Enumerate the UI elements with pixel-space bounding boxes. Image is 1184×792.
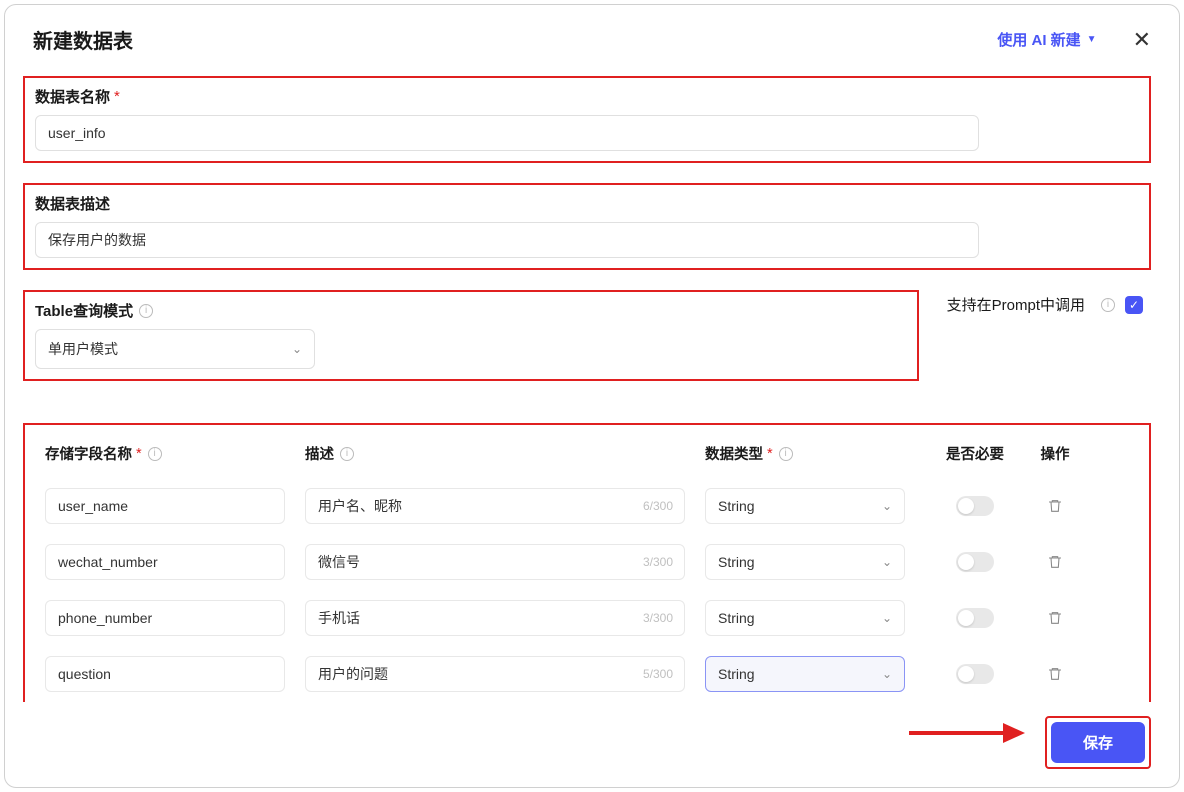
field-desc-input[interactable]	[305, 600, 685, 636]
required-switch[interactable]	[956, 664, 994, 684]
char-count: 5/300	[643, 667, 673, 681]
save-button-highlight: 保存	[1045, 716, 1151, 769]
fields-section: 存储字段名称* i 描述 i 数据类型* i 是否必要 操作 6/300 Stri…	[23, 423, 1151, 702]
modal-footer: 保存	[5, 702, 1179, 787]
col-header-name: 存储字段名称* i	[45, 443, 305, 464]
modal-content[interactable]: 数据表名称 * 数据表描述 Table查询模式 i 单用户模式 ⌄	[5, 68, 1179, 702]
chevron-down-icon: ⌄	[882, 555, 892, 569]
col-header-op: 操作	[1025, 443, 1085, 464]
query-mode-select[interactable]: 单用户模式 ⌄	[35, 329, 315, 369]
table-desc-label: 数据表描述	[35, 193, 1139, 214]
chevron-down-icon: ⌄	[882, 667, 892, 681]
query-mode-value: 单用户模式	[48, 339, 118, 359]
field-desc-input[interactable]	[305, 488, 685, 524]
field-row: 5/300 String⌄	[45, 656, 1129, 692]
field-desc-input[interactable]	[305, 544, 685, 580]
ai-create-label: 使用 AI 新建	[997, 29, 1080, 50]
info-icon[interactable]: i	[779, 447, 793, 461]
query-mode-row: Table查询模式 i 单用户模式 ⌄ 支持在Prompt中调用 i ✓	[23, 290, 1151, 401]
query-mode-section: Table查询模式 i 单用户模式 ⌄	[23, 290, 919, 381]
info-icon[interactable]: i	[340, 447, 354, 461]
ai-create-link[interactable]: 使用 AI 新建 ▼	[997, 29, 1096, 50]
delete-icon[interactable]	[1025, 554, 1085, 570]
field-row: 6/300 String⌄	[45, 488, 1129, 524]
table-desc-input[interactable]	[35, 222, 979, 258]
required-switch[interactable]	[956, 496, 994, 516]
table-desc-section: 数据表描述	[23, 183, 1151, 270]
char-count: 3/300	[643, 555, 673, 569]
col-header-desc: 描述 i	[305, 443, 705, 464]
delete-icon[interactable]	[1025, 610, 1085, 626]
table-name-label: 数据表名称 *	[35, 86, 1139, 107]
char-count: 3/300	[643, 611, 673, 625]
required-switch[interactable]	[956, 552, 994, 572]
prompt-toggle-row: 支持在Prompt中调用 i ✓	[947, 290, 1143, 315]
required-star: *	[114, 88, 120, 105]
field-name-input[interactable]	[45, 600, 285, 636]
chevron-down-icon: ⌄	[882, 611, 892, 625]
field-row: 3/300 String⌄	[45, 600, 1129, 636]
delete-icon[interactable]	[1025, 498, 1085, 514]
chevron-down-icon: ⌄	[292, 342, 302, 356]
col-header-type: 数据类型* i	[705, 443, 925, 464]
create-table-modal: 新建数据表 使用 AI 新建 ▼ ✕ 数据表名称 * 数据表描述	[4, 4, 1180, 788]
required-switch[interactable]	[956, 608, 994, 628]
info-icon[interactable]: i	[1101, 298, 1115, 312]
caret-down-icon: ▼	[1087, 34, 1097, 45]
close-icon[interactable]: ✕	[1133, 29, 1151, 51]
save-button[interactable]: 保存	[1051, 722, 1145, 763]
query-mode-label: Table查询模式 i	[35, 300, 907, 321]
field-type-select[interactable]: String⌄	[705, 600, 905, 636]
field-type-select[interactable]: String⌄	[705, 488, 905, 524]
arrow-annotation-icon	[907, 720, 1027, 746]
field-name-input[interactable]	[45, 488, 285, 524]
fields-header-row: 存储字段名称* i 描述 i 数据类型* i 是否必要 操作	[45, 443, 1129, 464]
table-name-section: 数据表名称 *	[23, 76, 1151, 163]
info-icon[interactable]: i	[148, 447, 162, 461]
field-name-input[interactable]	[45, 656, 285, 692]
col-header-required: 是否必要	[925, 443, 1025, 464]
table-name-input[interactable]	[35, 115, 979, 151]
delete-icon[interactable]	[1025, 666, 1085, 682]
field-type-select[interactable]: String⌄	[705, 656, 905, 692]
info-icon[interactable]: i	[139, 304, 153, 318]
field-type-select[interactable]: String⌄	[705, 544, 905, 580]
field-row: 3/300 String⌄	[45, 544, 1129, 580]
chevron-down-icon: ⌄	[882, 499, 892, 513]
field-name-input[interactable]	[45, 544, 285, 580]
prompt-checkbox[interactable]: ✓	[1125, 296, 1143, 314]
char-count: 6/300	[643, 499, 673, 513]
prompt-toggle-label: 支持在Prompt中调用	[947, 294, 1085, 315]
modal-title: 新建数据表	[33, 25, 997, 54]
field-desc-input[interactable]	[305, 656, 685, 692]
modal-header: 新建数据表 使用 AI 新建 ▼ ✕	[5, 5, 1179, 68]
